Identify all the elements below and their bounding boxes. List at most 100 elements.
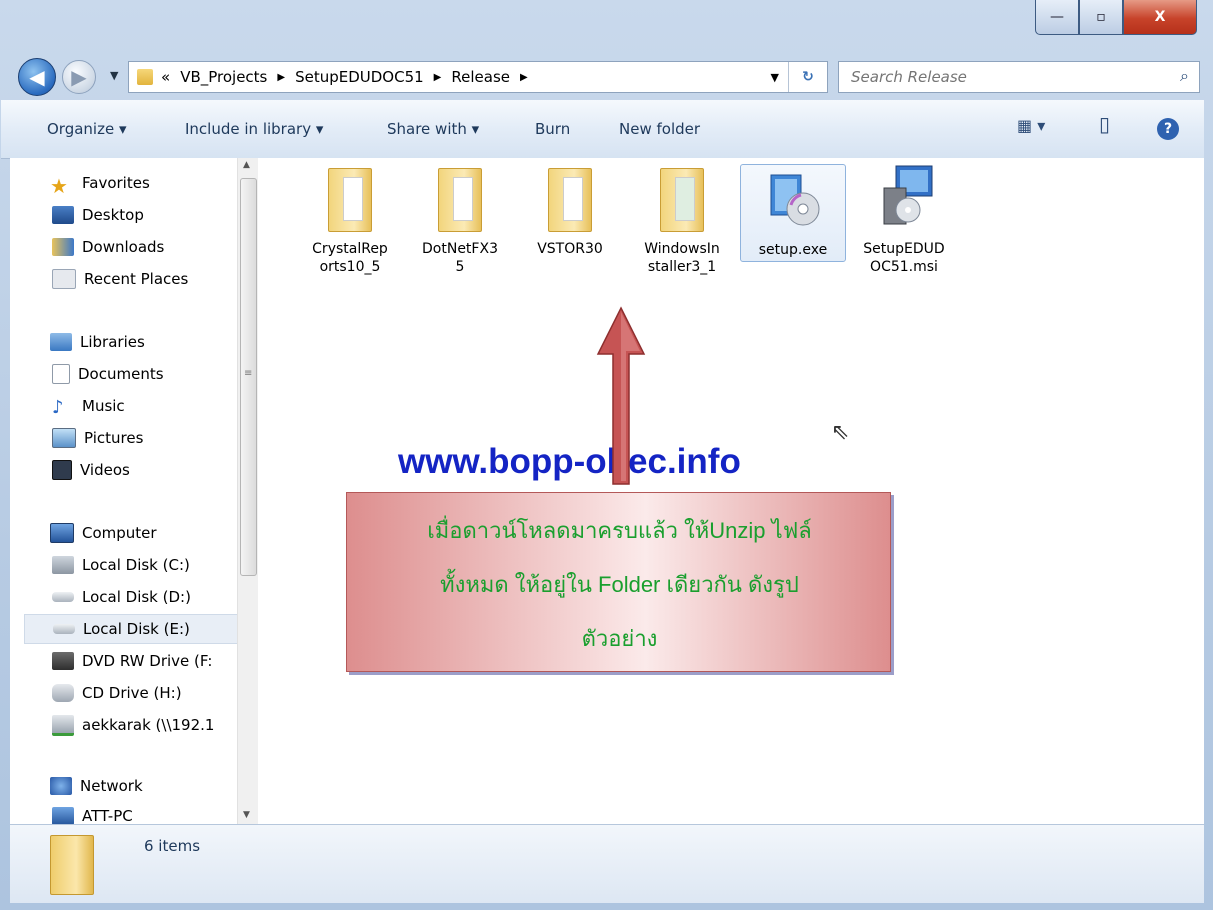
computer-icon bbox=[52, 807, 74, 824]
close-button[interactable]: X bbox=[1123, 0, 1197, 35]
include-in-library-menu[interactable]: Include in library ▾ bbox=[185, 120, 323, 138]
sidebar-label: CD Drive (H:) bbox=[82, 684, 182, 702]
share-with-menu[interactable]: Share with ▾ bbox=[387, 120, 479, 138]
content-area: ★ Favorites Desktop Downloads Recent Pla… bbox=[10, 158, 1204, 824]
sidebar-label: Desktop bbox=[82, 206, 144, 224]
folder-icon bbox=[137, 69, 153, 85]
chevron-right-icon[interactable]: ▶ bbox=[277, 72, 285, 83]
sidebar-item-desktop[interactable]: Desktop bbox=[52, 202, 144, 228]
sidebar-label: Downloads bbox=[82, 238, 165, 256]
sidebar-item-local-disk-c[interactable]: Local Disk (C:) bbox=[52, 552, 190, 578]
sidebar-label: Recent Places bbox=[84, 270, 189, 288]
search-icon[interactable]: ⌕ bbox=[1180, 66, 1189, 86]
sidebar-libraries[interactable]: Libraries bbox=[50, 329, 145, 355]
navigation-pane-scrollbar[interactable]: ▲ ≡ ▼ bbox=[237, 158, 258, 824]
burn-button[interactable]: Burn bbox=[535, 120, 570, 138]
chevron-right-icon[interactable]: ▶ bbox=[520, 72, 528, 83]
network-icon bbox=[50, 777, 72, 795]
folder-icon bbox=[428, 164, 492, 234]
view-options-icon[interactable]: ▦ ▾ bbox=[1017, 116, 1045, 135]
file-name: WindowsIn bbox=[644, 241, 720, 257]
sidebar-label: ATT-PC bbox=[82, 807, 133, 824]
new-folder-button[interactable]: New folder bbox=[619, 120, 700, 138]
file-item-vstor30[interactable]: VSTOR30 bbox=[515, 164, 625, 258]
documents-icon bbox=[52, 364, 70, 384]
recent-pages-dropdown[interactable]: ▼ bbox=[110, 69, 118, 82]
sidebar-item-cd-drive[interactable]: CD Drive (H:) bbox=[52, 680, 182, 706]
pictures-icon bbox=[52, 428, 76, 448]
breadcrumb-overflow[interactable]: « bbox=[161, 68, 170, 86]
organize-menu[interactable]: Organize ▾ bbox=[47, 120, 127, 138]
window-controls: — ▫ X bbox=[1035, 0, 1197, 35]
file-item-crystalreports[interactable]: CrystalRep orts10_5 bbox=[295, 164, 405, 276]
file-item-windowsinstaller[interactable]: WindowsIn staller3_1 bbox=[627, 164, 737, 276]
hard-drive-icon bbox=[52, 592, 74, 602]
star-icon: ★ bbox=[50, 174, 68, 198]
file-name: orts10_5 bbox=[319, 259, 381, 275]
dvd-drive-icon bbox=[52, 652, 74, 670]
address-dropdown-icon[interactable]: ▼ bbox=[771, 71, 779, 84]
file-item-setupedudoc51-msi[interactable]: SetupEDUD OC51.msi bbox=[849, 164, 959, 276]
file-item-dotnetfx35[interactable]: DotNetFX3 5 bbox=[405, 164, 515, 276]
forward-button[interactable]: ▶ bbox=[62, 60, 96, 94]
file-name: VSTOR30 bbox=[537, 241, 603, 257]
breadcrumb-vb-projects[interactable]: VB_Projects bbox=[180, 68, 267, 86]
sidebar-item-local-disk-e[interactable]: Local Disk (E:) bbox=[24, 614, 246, 644]
address-bar[interactable]: « VB_Projects ▶ SetupEDUDOC51 ▶ Release … bbox=[128, 61, 828, 93]
sidebar-item-pictures[interactable]: Pictures bbox=[52, 425, 143, 451]
sidebar-label: Music bbox=[82, 397, 125, 415]
back-arrow-icon: ◀ bbox=[29, 65, 45, 89]
sidebar-label: Local Disk (D:) bbox=[82, 588, 191, 606]
folder-icon bbox=[50, 835, 94, 895]
sidebar-label: Documents bbox=[78, 365, 164, 383]
sidebar-label: Favorites bbox=[82, 174, 150, 192]
libraries-icon bbox=[50, 333, 72, 351]
downloads-icon bbox=[52, 238, 74, 256]
sidebar-item-documents[interactable]: Documents bbox=[52, 361, 164, 387]
scroll-down-icon[interactable]: ▼ bbox=[243, 810, 250, 820]
sidebar-favorites[interactable]: ★ Favorites bbox=[50, 170, 150, 198]
back-button[interactable]: ◀ bbox=[18, 58, 56, 96]
preview-pane-icon[interactable]: ▯ bbox=[1099, 112, 1110, 136]
videos-icon bbox=[52, 460, 72, 480]
sidebar-item-music[interactable]: ♪ Music bbox=[52, 393, 125, 419]
file-item-setup-exe[interactable]: setup.exe bbox=[740, 164, 846, 262]
sidebar-item-downloads[interactable]: Downloads bbox=[52, 234, 164, 260]
refresh-button[interactable]: ↻ bbox=[788, 62, 827, 92]
website-watermark: www.bopp-obec.info bbox=[398, 442, 741, 481]
instruction-line: เมื่อดาวน์โหลดมาครบแล้ว ให้Unzip ไฟล์ bbox=[427, 518, 812, 543]
sidebar-label: DVD RW Drive (F: bbox=[82, 652, 213, 670]
sidebar-item-recent-places[interactable]: Recent Places bbox=[52, 266, 188, 292]
computer-icon bbox=[50, 523, 74, 543]
folder-icon bbox=[538, 164, 602, 234]
sidebar-item-network-share[interactable]: aekkarak (\\192.1 bbox=[52, 712, 214, 738]
sidebar-network[interactable]: Network bbox=[50, 773, 143, 799]
music-icon: ♪ bbox=[52, 397, 64, 418]
instruction-banner: เมื่อดาวน์โหลดมาครบแล้ว ให้Unzip ไฟล์ ทั… bbox=[346, 492, 891, 672]
sidebar-item-att-pc[interactable]: ATT-PC bbox=[52, 803, 133, 824]
breadcrumb-setupedudoc51[interactable]: SetupEDUDOC51 bbox=[295, 68, 424, 86]
sidebar-label: Computer bbox=[82, 524, 157, 542]
instruction-line: ตัวอย่าง bbox=[581, 626, 658, 651]
title-bar: — ▫ X bbox=[0, 0, 1213, 54]
sidebar-computer[interactable]: Computer bbox=[50, 520, 157, 546]
sidebar-item-dvd-drive[interactable]: DVD RW Drive (F: bbox=[52, 648, 212, 674]
scroll-up-icon[interactable]: ▲ bbox=[243, 160, 250, 170]
sidebar-label: Pictures bbox=[84, 429, 144, 447]
sidebar-item-local-disk-d[interactable]: Local Disk (D:) bbox=[52, 584, 191, 610]
search-input[interactable] bbox=[849, 67, 1153, 87]
breadcrumb-release[interactable]: Release bbox=[451, 68, 510, 86]
hard-drive-icon bbox=[53, 624, 75, 634]
minimize-button[interactable]: — bbox=[1035, 0, 1079, 35]
search-box[interactable]: ⌕ bbox=[838, 61, 1200, 93]
sidebar-item-videos[interactable]: Videos bbox=[52, 457, 130, 483]
help-icon[interactable]: ? bbox=[1157, 118, 1179, 140]
instruction-line: ทั้งหมด ให้อยู่ใน Folder เดียวกัน ดังรูป bbox=[440, 572, 799, 597]
sidebar-label: Local Disk (C:) bbox=[82, 556, 190, 574]
sidebar-label: Local Disk (E:) bbox=[83, 620, 190, 638]
setup-exe-icon bbox=[761, 165, 825, 235]
forward-arrow-icon: ▶ bbox=[71, 65, 87, 89]
item-count: 6 items bbox=[144, 837, 201, 855]
chevron-right-icon[interactable]: ▶ bbox=[434, 72, 442, 83]
maximize-button[interactable]: ▫ bbox=[1079, 0, 1123, 35]
